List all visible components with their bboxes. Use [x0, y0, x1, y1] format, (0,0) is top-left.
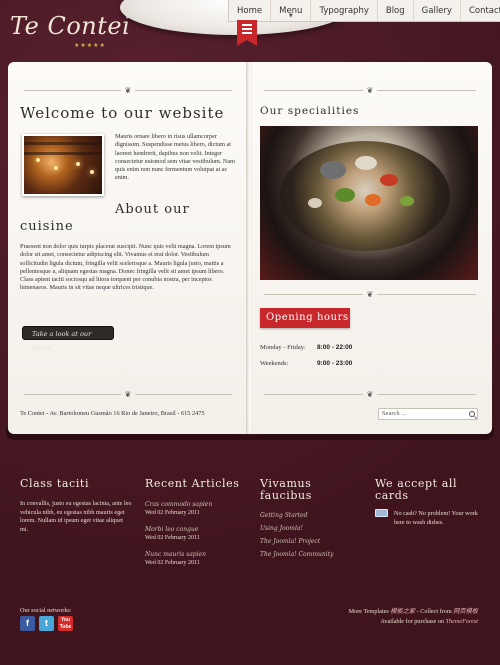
nav-typography[interactable]: Typography — [311, 0, 378, 21]
footer-col2-title: Recent Articles — [145, 477, 240, 490]
search-input[interactable]: Search ... — [378, 408, 478, 420]
nav-contact[interactable]: Contact — [461, 0, 500, 21]
specialities-image — [260, 126, 478, 280]
social-label: Our social networks: — [20, 607, 72, 614]
article-date-1: Wed 02 February 2011 — [145, 510, 200, 516]
youtube-icon[interactable]: You Tube — [58, 616, 73, 631]
logo-stars: ★★★★★ — [74, 42, 106, 49]
twitter-icon[interactable]: t — [39, 616, 54, 631]
address-text: Te Contei - Av. Bartolomeu Gusmão 16 Rio… — [20, 410, 205, 417]
opening-hours-title: Opening hours — [260, 308, 350, 328]
hours-time-weekday: 8:00 - 22:00 — [317, 344, 353, 351]
nav-typography-label: Typography — [319, 6, 369, 16]
about-title-line2: cuisine — [20, 219, 74, 234]
left-page: ❦ Welcome to our website Mauris ornare l… — [8, 62, 248, 434]
nav-menu[interactable]: Menu ▼ — [271, 0, 312, 21]
nav-blog[interactable]: Blog — [378, 0, 414, 21]
footer-col3-title-line2: faucibus — [260, 489, 312, 502]
logo-text: Te Contei — [10, 12, 131, 40]
article-link-1[interactable]: Cras commodo sapien — [145, 501, 212, 508]
credits-line-2: Available for purchase on ThemeForest — [380, 618, 478, 625]
nav-home[interactable]: Home — [229, 0, 272, 21]
restaurant-image — [22, 134, 104, 196]
footer-credits: More Templates 模板之家 - Collect from 网页模板 … — [349, 607, 478, 627]
chevron-down-icon: ▼ — [288, 13, 293, 19]
article-link-3[interactable]: Nunc mauris sapien — [145, 551, 206, 558]
right-page: ❦ Our specialities ❦ Opening hours Monda… — [252, 62, 492, 434]
specialities-title: Our specialities — [260, 105, 360, 117]
site-logo[interactable]: Te Contei ★★★★★ — [10, 12, 131, 49]
footer-link-joomla-project[interactable]: The Joomla! Project — [260, 538, 320, 545]
article-date-2: Wed 02 February 2011 — [145, 535, 200, 541]
hours-day-weekday: Monday - Friday: — [260, 344, 306, 351]
ornament-divider: ❦ — [260, 390, 480, 399]
themeforest-link[interactable]: ThemeForest — [446, 618, 478, 625]
nav-home-label: Home — [237, 6, 263, 16]
footer-col4-text: No cash? No problem! Your work here to w… — [394, 510, 478, 526]
ornament-divider: ❦ — [260, 86, 480, 95]
footer-link-getting-started[interactable]: Getting Started — [260, 512, 307, 519]
book: ❦ Welcome to our website Mauris ornare l… — [6, 62, 494, 440]
footer-link-joomla-community[interactable]: The Joomla! Community — [260, 551, 334, 558]
bookmark-ribbon-icon — [237, 20, 257, 46]
ornament-divider: ❦ — [20, 86, 236, 95]
footer-link-using-joomla[interactable]: Using Joomla! — [260, 525, 303, 532]
ornament-divider: ❦ — [20, 390, 236, 399]
menu-button[interactable]: Take a look at our menu! — [22, 326, 114, 352]
search-placeholder: Search ... — [382, 410, 407, 417]
nav-gallery-label: Gallery — [421, 6, 452, 16]
credits-link-collect[interactable]: 网页模板 — [453, 608, 478, 615]
hours-time-weekend: 9:00 - 23:00 — [317, 360, 353, 367]
credit-card-icon — [375, 509, 388, 517]
hours-day-weekend: Weekends: — [260, 360, 289, 367]
nav-gallery[interactable]: Gallery — [414, 0, 461, 21]
about-paragraph: Praesent non dolor quis turpis placerat … — [20, 243, 231, 292]
footer-col1-title: Class taciti — [20, 477, 90, 490]
search-icon[interactable] — [469, 411, 475, 417]
main-nav: Home Menu ▼ Typography Blog Gallery Conta… — [228, 0, 500, 22]
intro-paragraph: Mauris ornare libero in risus ullamcorpe… — [115, 133, 235, 182]
welcome-title: Welcome to our website — [20, 104, 225, 122]
footer-col4-title-line2: cards — [375, 489, 409, 502]
nav-contact-label: Contact — [468, 6, 500, 16]
article-link-2[interactable]: Morbi leo congue — [145, 526, 198, 533]
article-date-3: Wed 02 February 2011 — [145, 560, 200, 566]
about-title-line1: About our — [115, 202, 190, 217]
ornament-divider: ❦ — [260, 290, 480, 299]
credits-line-1: More Templates 模板之家 - Collect from 网页模板 — [348, 608, 478, 615]
credits-link-templates[interactable]: 模板之家 — [390, 608, 415, 615]
facebook-icon[interactable]: f — [20, 616, 35, 631]
nav-blog-label: Blog — [385, 6, 405, 16]
footer-col1-text: In convallis, justo eu egestas lacinia, … — [20, 500, 132, 533]
